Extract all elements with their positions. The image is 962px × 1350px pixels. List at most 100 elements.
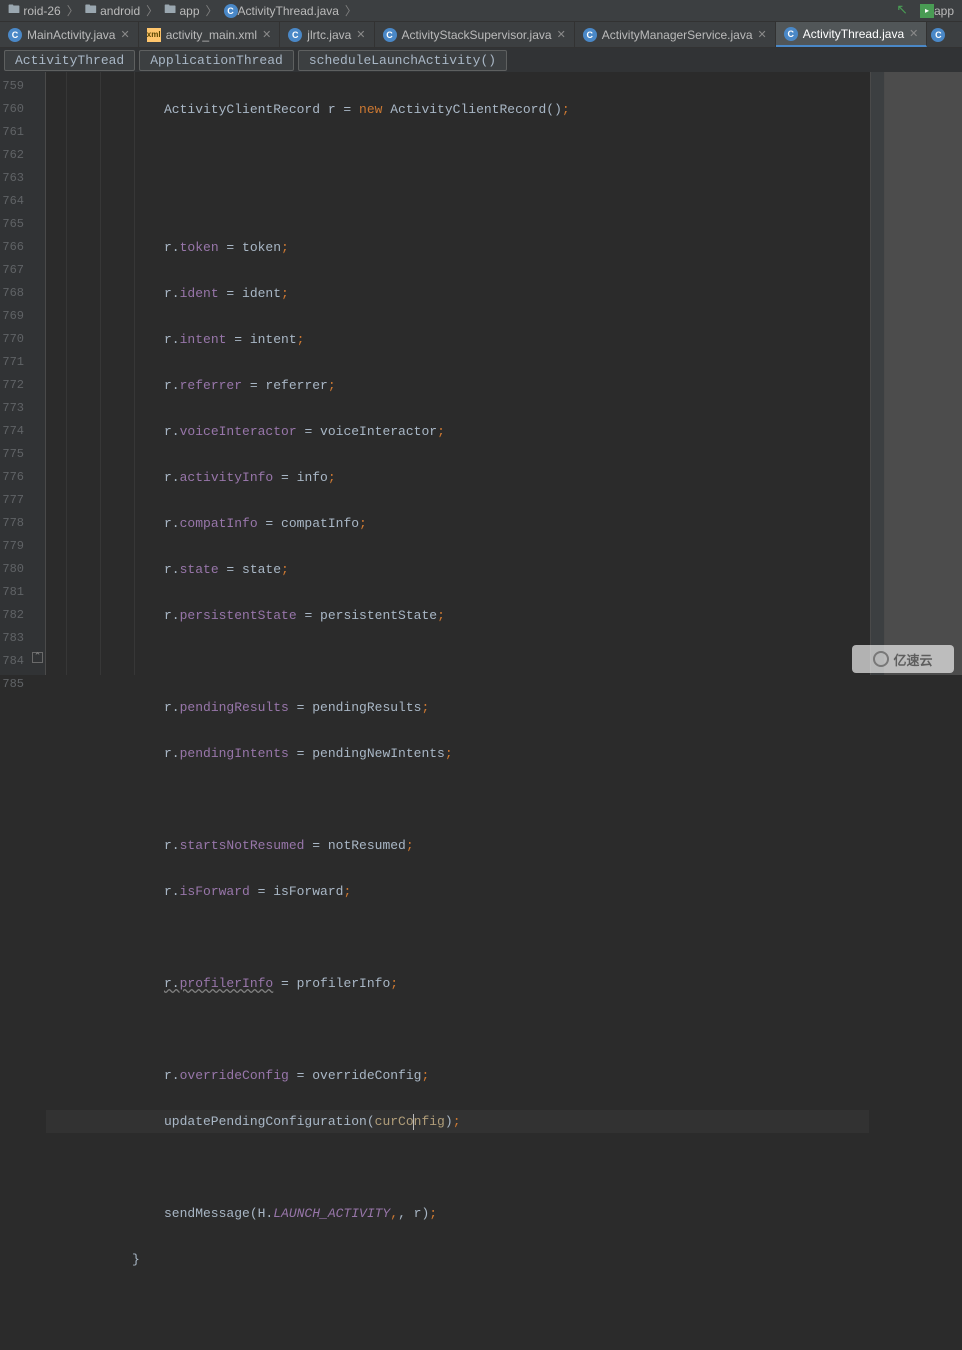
- tab-label: ActivityStackSupervisor.java: [402, 28, 552, 42]
- side-panel: [884, 72, 962, 675]
- editor-tab[interactable]: C ActivityStackSupervisor.java ✕: [375, 22, 575, 47]
- editor-tab-partial[interactable]: C: [927, 22, 949, 47]
- code-line[interactable]: ActivityClientRecord r = new ActivityCli…: [46, 98, 870, 121]
- tab-label: ActivityThread.java: [803, 27, 904, 41]
- close-icon[interactable]: ✕: [557, 28, 566, 41]
- editor-tab[interactable]: C jlrtc.java ✕: [280, 22, 374, 47]
- code-line[interactable]: }: [46, 1248, 870, 1271]
- code-line[interactable]: r.state = state;: [46, 558, 870, 581]
- code-line[interactable]: r.overrideConfig = overrideConfig;: [46, 1064, 870, 1087]
- breadcrumb-item[interactable]: 🖿 app: [160, 0, 203, 21]
- scroll-marker-bar[interactable]: [870, 72, 884, 675]
- line-number[interactable]: 766: [0, 236, 24, 259]
- back-icon[interactable]: ↖: [896, 2, 908, 19]
- line-number[interactable]: 762: [0, 144, 24, 167]
- code-crumb[interactable]: ActivityThread: [4, 50, 135, 71]
- line-number[interactable]: 773: [0, 397, 24, 420]
- folder-icon: 🖿: [164, 0, 176, 21]
- code-line[interactable]: r.profilerInfo = profilerInfo;: [46, 972, 870, 995]
- code-line[interactable]: [46, 190, 870, 213]
- line-number[interactable]: 767: [0, 259, 24, 282]
- line-number[interactable]: 779: [0, 535, 24, 558]
- code-line[interactable]: r.referrer = referrer;: [46, 374, 870, 397]
- editor-area: 759 760 761 762 763 764 765 766 767 768 …: [0, 72, 962, 675]
- code-line[interactable]: r.intent = intent;: [46, 328, 870, 351]
- line-number[interactable]: 770: [0, 328, 24, 351]
- tab-label: activity_main.xml: [166, 28, 257, 42]
- code-line[interactable]: [46, 926, 870, 949]
- line-number[interactable]: 765: [0, 213, 24, 236]
- line-number[interactable]: 785: [0, 673, 24, 696]
- line-number[interactable]: 768: [0, 282, 24, 305]
- code-line[interactable]: r.voiceInteractor = voiceInteractor;: [46, 420, 870, 443]
- line-number[interactable]: 783: [0, 627, 24, 650]
- code-line[interactable]: sendMessage(H.LAUNCH_ACTIVITY,, r);: [46, 1202, 870, 1225]
- fold-toggle-icon[interactable]: ⌃: [32, 652, 43, 663]
- line-number[interactable]: 777: [0, 489, 24, 512]
- code-editor[interactable]: ActivityClientRecord r = new ActivityCli…: [46, 72, 870, 675]
- line-number[interactable]: 781: [0, 581, 24, 604]
- line-number[interactable]: 776: [0, 466, 24, 489]
- line-number[interactable]: 778: [0, 512, 24, 535]
- editor-tab[interactable]: C MainActivity.java ✕: [0, 22, 139, 47]
- breadcrumb-item[interactable]: 🖿 roid-26: [4, 0, 65, 21]
- line-number[interactable]: 761: [0, 121, 24, 144]
- code-line-current[interactable]: updatePendingConfiguration(curConfig);: [46, 1110, 869, 1133]
- class-icon: C: [931, 28, 945, 42]
- close-icon[interactable]: ✕: [909, 27, 918, 40]
- line-number[interactable]: 760: [0, 98, 24, 121]
- close-icon[interactable]: ✕: [262, 28, 271, 41]
- line-number[interactable]: 764: [0, 190, 24, 213]
- line-number[interactable]: 763: [0, 167, 24, 190]
- line-number[interactable]: 774: [0, 420, 24, 443]
- code-line[interactable]: r.pendingIntents = pendingNewIntents;: [46, 742, 870, 765]
- line-number[interactable]: 759: [0, 75, 24, 98]
- code-line[interactable]: [46, 1294, 870, 1317]
- line-number[interactable]: 775: [0, 443, 24, 466]
- line-number[interactable]: 772: [0, 374, 24, 397]
- code-line[interactable]: [46, 144, 870, 167]
- breadcrumb-item[interactable]: 🖿 android: [81, 0, 144, 21]
- folder-icon: 🖿: [8, 0, 20, 21]
- breadcrumb-item[interactable]: CActivityThread.java: [220, 4, 343, 18]
- code-line[interactable]: r.token = token;: [46, 236, 870, 259]
- close-icon[interactable]: ✕: [356, 28, 365, 41]
- code-line[interactable]: r.isForward = isForward;: [46, 880, 870, 903]
- xml-icon: xml: [147, 28, 161, 42]
- watermark-logo-icon: [873, 651, 889, 667]
- code-line[interactable]: [46, 1018, 870, 1041]
- line-number[interactable]: 784: [0, 650, 24, 673]
- code-line[interactable]: r.startsNotResumed = notResumed;: [46, 834, 870, 857]
- close-icon[interactable]: ✕: [758, 28, 767, 41]
- editor-tab-bar: C MainActivity.java ✕ xml activity_main.…: [0, 22, 962, 48]
- run-config-selector[interactable]: app: [916, 4, 958, 18]
- close-icon[interactable]: ✕: [120, 28, 129, 41]
- caret: [413, 1114, 414, 1130]
- line-number-gutter[interactable]: 759 760 761 762 763 764 765 766 767 768 …: [0, 72, 30, 675]
- fold-gutter[interactable]: ⌃: [30, 72, 46, 675]
- watermark: 亿速云: [852, 645, 954, 673]
- code-line[interactable]: [46, 788, 870, 811]
- chevron-right-icon: 〉: [65, 2, 81, 19]
- tab-label: ActivityManagerService.java: [602, 28, 753, 42]
- line-number[interactable]: 769: [0, 305, 24, 328]
- line-number[interactable]: 771: [0, 351, 24, 374]
- code-line[interactable]: r.persistentState = persistentState;: [46, 604, 870, 627]
- android-run-icon: [920, 4, 934, 18]
- code-line[interactable]: r.pendingResults = pendingResults;: [46, 696, 870, 719]
- code-line[interactable]: [46, 650, 870, 673]
- line-number[interactable]: 782: [0, 604, 24, 627]
- code-crumb[interactable]: scheduleLaunchActivity(): [298, 50, 507, 71]
- editor-tab-active[interactable]: C ActivityThread.java ✕: [776, 22, 928, 47]
- code-line[interactable]: r.activityInfo = info;: [46, 466, 870, 489]
- editor-tab[interactable]: xml activity_main.xml ✕: [139, 22, 281, 47]
- code-line[interactable]: r.ident = ident;: [46, 282, 870, 305]
- run-config-label: app: [934, 4, 954, 18]
- code-crumb[interactable]: ApplicationThread: [139, 50, 294, 71]
- line-number[interactable]: 780: [0, 558, 24, 581]
- chevron-right-icon: 〉: [343, 2, 359, 19]
- editor-tab[interactable]: C ActivityManagerService.java ✕: [575, 22, 776, 47]
- code-line[interactable]: r.compatInfo = compatInfo;: [46, 512, 870, 535]
- code-breadcrumbs: ActivityThread ApplicationThread schedul…: [0, 48, 962, 72]
- code-line[interactable]: [46, 1156, 870, 1179]
